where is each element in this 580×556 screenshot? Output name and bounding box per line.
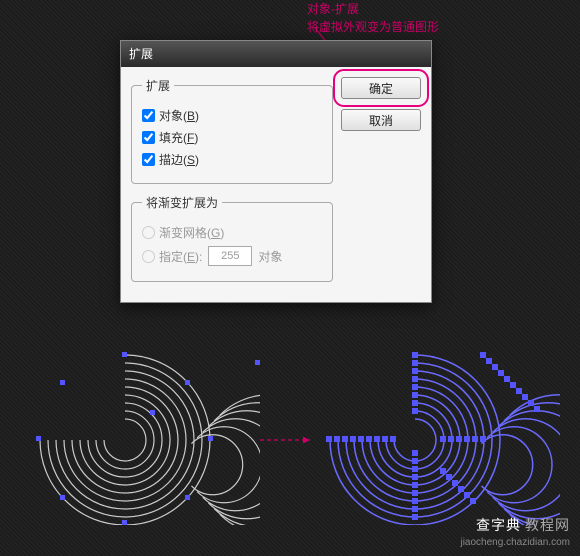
group-gradient-legend: 将渐变扩展为 (142, 194, 222, 211)
dialog-titlebar: 扩展 (121, 41, 431, 67)
dialog-title: 扩展 (129, 47, 153, 61)
checkbox-fill-row[interactable]: 填充(F) (142, 129, 322, 146)
spiral-before-icon (30, 350, 260, 525)
transform-arrow-icon (258, 430, 318, 450)
group-gradient: 将渐变扩展为 渐变网格(G) 指定(E): 对象 (131, 194, 333, 282)
expand-dialog: 扩展 扩展 对象(B) 填充(F) 描边(S) 将渐变扩展为 (120, 40, 432, 303)
radio-mesh (142, 226, 155, 239)
annotation-line1: 对象-扩展 (307, 2, 359, 16)
specify-value-input (208, 246, 252, 266)
checkbox-object-row[interactable]: 对象(B) (142, 107, 322, 124)
checkbox-stroke[interactable] (142, 153, 155, 166)
group-expand-legend: 扩展 (142, 77, 174, 94)
checkbox-fill[interactable] (142, 131, 155, 144)
checkbox-stroke-row[interactable]: 描边(S) (142, 151, 322, 168)
cancel-button[interactable]: 取消 (341, 109, 421, 131)
checkbox-object[interactable] (142, 109, 155, 122)
radio-specify (142, 250, 155, 263)
radio-specify-row: 指定(E): 对象 (142, 246, 322, 266)
radio-mesh-row: 渐变网格(G) (142, 224, 322, 241)
watermark: 查字典教程网 jiaocheng.chazidian.com (460, 516, 570, 550)
spiral-after-icon (320, 350, 560, 525)
ok-button[interactable]: 确定 (341, 77, 421, 99)
group-expand: 扩展 对象(B) 填充(F) 描边(S) (131, 77, 333, 184)
